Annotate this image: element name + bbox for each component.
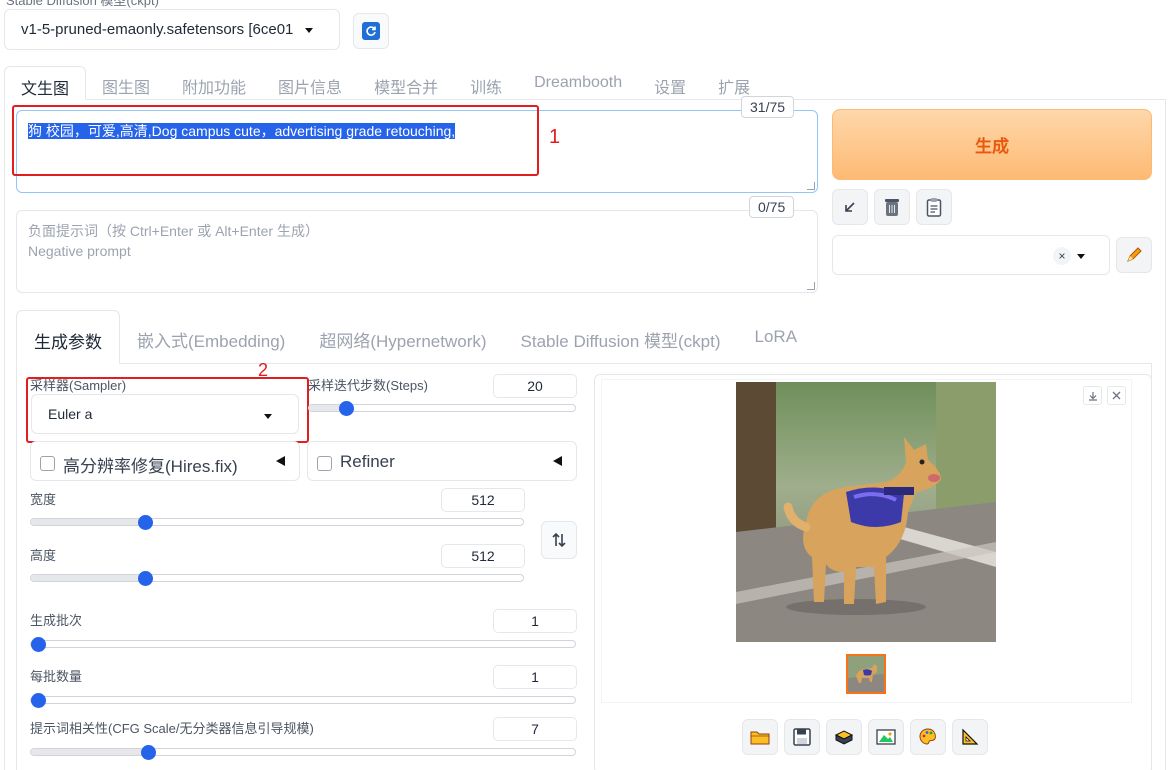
tab-settings[interactable]: 设置 xyxy=(638,66,702,100)
negative-prompt-placeholder-cn: 负面提示词（按 Ctrl+Enter 或 Alt+Enter 生成） xyxy=(28,223,319,239)
width-input[interactable]: 512 xyxy=(441,488,525,512)
batch-count-label: 生成批次 xyxy=(30,613,83,628)
pencil-icon xyxy=(1127,247,1142,262)
negative-token-counter: 0/75 xyxy=(749,196,795,218)
main-tabs: 文生图 图生图 附加功能 图片信息 模型合并 训练 Dreambooth 设置 … xyxy=(4,66,766,100)
subtab-generation[interactable]: 生成参数 xyxy=(16,310,120,364)
tab-png-info[interactable]: 图片信息 xyxy=(262,66,358,100)
batch-count-slider[interactable] xyxy=(30,640,576,648)
paste-style-button[interactable] xyxy=(916,189,952,225)
download-icon xyxy=(1088,391,1097,401)
tab-dreambooth[interactable]: Dreambooth xyxy=(518,66,638,100)
batch-size-slider[interactable] xyxy=(30,696,576,704)
refiner-label: Refiner xyxy=(340,452,395,471)
height-label: 高度 xyxy=(30,548,57,563)
send-to-extras-button[interactable] xyxy=(952,719,988,755)
batch-size-slider-handle[interactable] xyxy=(31,693,46,708)
annotation-box-2 xyxy=(26,377,309,443)
ruler-icon xyxy=(962,728,979,745)
clipboard-icon xyxy=(926,198,942,217)
tab-extras[interactable]: 附加功能 xyxy=(166,66,262,100)
read-params-button[interactable] xyxy=(832,189,868,225)
tab-extensions[interactable]: 扩展 xyxy=(702,66,766,100)
subtab-checkpoint[interactable]: Stable Diffusion 模型(ckpt) xyxy=(504,310,738,364)
cfg-scale-slider[interactable] xyxy=(30,748,576,756)
width-slider-handle[interactable] xyxy=(138,515,153,530)
steps-input[interactable]: 20 xyxy=(493,374,577,398)
refiner-checkbox[interactable] xyxy=(317,456,332,471)
subtab-hypernetwork[interactable]: 超网络(Hypernetwork) xyxy=(302,310,503,364)
refresh-model-button[interactable] xyxy=(353,13,389,49)
styles-dropdown[interactable]: × xyxy=(832,235,1110,275)
batch-size-label: 每批数量 xyxy=(30,669,83,684)
tab-txt2img[interactable]: 文生图 xyxy=(4,66,87,100)
refiner-accordion[interactable]: Refiner xyxy=(307,441,577,481)
annotation-number-1: 1 xyxy=(549,126,561,148)
zip-button[interactable] xyxy=(826,719,862,755)
sub-tabs: 生成参数 嵌入式(Embedding) 超网络(Hypernetwork) St… xyxy=(16,310,814,364)
steps-slider-handle[interactable] xyxy=(339,401,354,416)
chevron-down-icon xyxy=(1077,254,1085,259)
trash-icon xyxy=(885,199,899,216)
download-button[interactable] xyxy=(1083,386,1102,405)
width-slider[interactable] xyxy=(30,518,524,526)
save-button[interactable] xyxy=(784,719,820,755)
send-to-inpaint-button[interactable] xyxy=(910,719,946,755)
model-select-value: v1-5-pruned-emaonly.safetensors [6ce01 xyxy=(21,21,294,38)
prompt-token-counter: 31/75 xyxy=(741,96,795,118)
swap-dimensions-button[interactable] xyxy=(541,521,577,559)
steps-label: 采样迭代步数(Steps) xyxy=(308,378,428,393)
hires-fix-accordion[interactable]: 高分辨率修复(Hires.fix) xyxy=(30,441,300,481)
batch-size-input[interactable]: 1 xyxy=(493,665,577,689)
height-slider[interactable] xyxy=(30,574,524,582)
clear-prompt-button[interactable] xyxy=(874,189,910,225)
tab-model-merge[interactable]: 模型合并 xyxy=(358,66,454,100)
image-icon xyxy=(876,729,896,745)
hires-fix-label: 高分辨率修复(Hires.fix) xyxy=(63,457,238,476)
refresh-icon xyxy=(362,22,380,40)
negative-prompt-placeholder-en: Negative prompt xyxy=(28,243,131,259)
zip-icon xyxy=(834,730,854,745)
edit-styles-button[interactable] xyxy=(1116,237,1152,273)
height-input[interactable]: 512 xyxy=(441,544,525,568)
collapse-arrow-icon xyxy=(276,456,285,466)
tab-img2img[interactable]: 图生图 xyxy=(86,66,166,100)
resize-handle[interactable] xyxy=(807,282,815,290)
cfg-scale-slider-handle[interactable] xyxy=(141,745,156,760)
save-icon xyxy=(793,728,811,746)
collapse-arrow-icon xyxy=(553,456,562,466)
cfg-scale-label: 提示词相关性(CFG Scale/无分类器信息引导规模) xyxy=(30,721,314,736)
annotation-box-1 xyxy=(12,105,539,176)
folder-icon xyxy=(750,731,770,745)
resize-handle[interactable] xyxy=(807,182,815,190)
send-to-img2img-button[interactable] xyxy=(868,719,904,755)
width-label: 宽度 xyxy=(30,492,57,507)
hires-fix-checkbox[interactable] xyxy=(40,456,55,471)
model-select-label: Stable Diffusion 模型(ckpt) xyxy=(6,0,159,8)
negative-prompt-textarea[interactable]: 负面提示词（按 Ctrl+Enter 或 Alt+Enter 生成） Negat… xyxy=(16,210,818,293)
subtab-embedding[interactable]: 嵌入式(Embedding) xyxy=(120,310,302,364)
close-preview-button[interactable] xyxy=(1107,386,1126,405)
close-icon xyxy=(1112,391,1121,400)
batch-count-slider-handle[interactable] xyxy=(31,637,46,652)
open-folder-button[interactable] xyxy=(742,719,778,755)
annotation-number-2: 2 xyxy=(258,360,269,380)
arrow-down-left-icon xyxy=(845,202,855,212)
batch-count-input[interactable]: 1 xyxy=(493,609,577,633)
gallery-thumbnail[interactable] xyxy=(846,654,886,694)
close-icon[interactable]: × xyxy=(1053,247,1071,265)
generated-image[interactable] xyxy=(736,382,996,642)
cfg-scale-input[interactable]: 7 xyxy=(493,717,577,741)
palette-icon xyxy=(919,728,936,745)
swap-icon xyxy=(552,532,566,548)
subtab-lora[interactable]: LoRA xyxy=(738,310,815,364)
chevron-down-icon xyxy=(305,28,313,33)
generate-button[interactable]: 生成 xyxy=(832,109,1152,180)
model-select[interactable]: v1-5-pruned-emaonly.safetensors [6ce01 xyxy=(4,9,340,50)
height-slider-handle[interactable] xyxy=(138,571,153,586)
tab-train[interactable]: 训练 xyxy=(454,66,518,100)
